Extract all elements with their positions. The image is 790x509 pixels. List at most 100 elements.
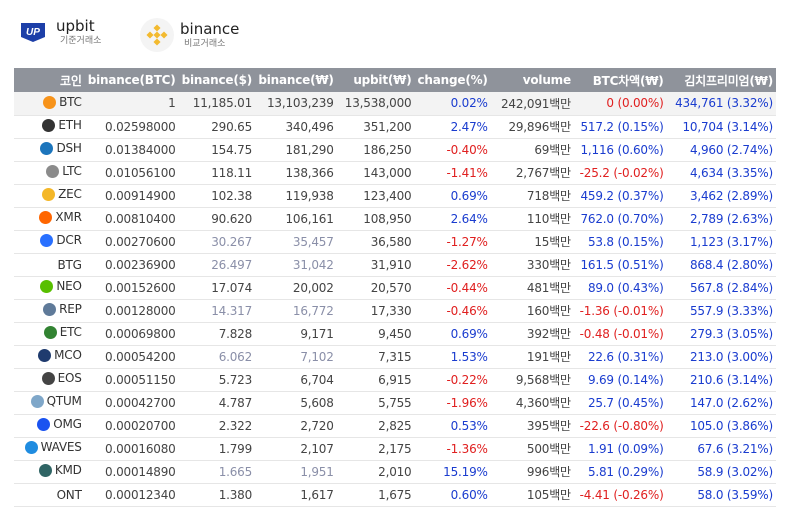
binance-btc-price: 0.00914900 — [105, 188, 176, 203]
coin-cell: ONT — [14, 483, 85, 506]
btc-diff-value: 53.8 (0.15%) — [587, 234, 664, 249]
table-row[interactable]: QTUM 0.00042700 4.787 5,608 5,755 -1.96% 4,360… — [14, 391, 776, 414]
col-header-kimchi-premium[interactable]: 김치프리미엄(₩) — [667, 68, 776, 92]
upbit-logo-icon: UP — [16, 18, 50, 46]
binance-usd-price: 7.828 — [218, 326, 253, 341]
col-header-binance-usd[interactable]: binance($) — [179, 68, 255, 92]
table-row[interactable]: NEO 0.00152600 17.074 20,002 20,570 -0.44% 481… — [14, 276, 776, 299]
col-header-btc-diff[interactable]: BTC차액(₩) — [574, 68, 667, 92]
table-row[interactable]: REP 0.00128000 14.317 16,772 17,330 -0.46% 160… — [14, 299, 776, 322]
coin-symbol: QTUM — [46, 394, 82, 409]
coin-symbol: MCO — [54, 348, 82, 363]
btc-diff-value: -1.36 (-0.01%) — [579, 303, 664, 318]
binance-usd-price: 154.75 — [211, 142, 253, 157]
coin-symbol: BTC — [59, 95, 82, 109]
coin-cell: DCR — [14, 230, 85, 253]
table-row[interactable]: XMR 0.00810400 90.620 106,161 108,950 2.64% 11… — [14, 207, 776, 230]
table-row[interactable]: WAVES 0.00016080 1.799 2,107 2,175 -1.36% 500백… — [14, 437, 776, 460]
table-row[interactable]: ETH 0.02598000 290.65 340,496 351,200 2.47% 29… — [14, 115, 776, 138]
upbit-krw-price: 2,175 — [378, 441, 412, 456]
change-percent: 0.69% — [450, 326, 488, 341]
volume-value: 4,360백만 — [515, 396, 571, 410]
binance-btc-price: 0.01056100 — [105, 165, 176, 180]
table-row[interactable]: ONT 0.00012340 1.380 1,617 1,675 0.60% 105백만 -4… — [14, 483, 776, 506]
btc-diff-value: 161.5 (0.51%) — [580, 257, 664, 272]
change-percent: 0.60% — [450, 487, 488, 502]
eos-icon — [41, 371, 55, 385]
btc-diff-value: 1.91 (0.09%) — [587, 441, 664, 456]
ethereum-icon — [42, 118, 56, 132]
coin-cell: REP — [14, 299, 85, 322]
dash-icon — [40, 141, 54, 155]
ethereum-classic-icon — [43, 325, 57, 339]
col-header-upbit-krw[interactable]: upbit(₩) — [337, 68, 415, 92]
binance-usd-price: 11,185.01 — [192, 96, 253, 111]
coin-cell: LTC — [14, 161, 85, 184]
col-header-binance-krw[interactable]: binance(₩) — [255, 68, 337, 92]
volume-value: 160백만 — [526, 304, 571, 318]
binance-usd-price: 118.11 — [211, 165, 253, 180]
change-percent: -0.46% — [446, 303, 488, 318]
zcash-icon — [42, 187, 56, 201]
binance-usd-price: 5.723 — [218, 372, 253, 387]
binance-btc-price: 0.00054200 — [105, 349, 176, 364]
btc-diff-value: -22.6 (-0.80%) — [579, 418, 664, 433]
kimchi-premium-value: 1,123 (3.17%) — [689, 234, 773, 249]
coin-cell: QTUM — [14, 391, 85, 414]
coin-cell: XMR — [14, 207, 85, 230]
binance-btc-price: 0.00014890 — [105, 464, 176, 479]
binance-krw-price: 6,704 — [300, 372, 334, 387]
decred-icon — [40, 233, 54, 247]
table-row[interactable]: OMG 0.00020700 2.322 2,720 2,825 0.53% 395백만 -2… — [14, 414, 776, 437]
change-percent: -0.22% — [446, 372, 488, 387]
binance-usd-price: 102.38 — [211, 188, 253, 203]
change-percent: -0.40% — [446, 142, 488, 157]
col-header-change[interactable]: change(%) — [415, 68, 491, 92]
change-percent: 2.64% — [450, 211, 488, 226]
table-row[interactable]: LTC 0.01056100 118.11 138,366 143,000 -1.41% 2… — [14, 161, 776, 184]
binance-usd-price: 26.497 — [211, 257, 253, 272]
table-header-row: 코인 binance(BTC) binance($) binance(₩) up… — [14, 68, 776, 92]
kimchi-premium-value: 58.9 (3.02%) — [697, 464, 773, 479]
kimchi-premium-value: 147.0 (2.62%) — [689, 395, 773, 410]
table-row[interactable]: ETC 0.00069800 7.828 9,171 9,450 0.69% 392백만 -0… — [14, 322, 776, 345]
volume-value: 481백만 — [526, 281, 571, 295]
col-header-volume[interactable]: volume — [491, 68, 574, 92]
change-percent: -1.96% — [446, 395, 488, 410]
change-percent: -1.41% — [446, 165, 488, 180]
btc-diff-value: -4.41 (-0.26%) — [579, 487, 664, 502]
table-row[interactable]: DSH 0.01384000 154.75 181,290 186,250 -0.40% 6… — [14, 138, 776, 161]
litecoin-icon — [46, 164, 60, 178]
table-row[interactable]: BTC 1 11,185.01 13,103,239 13,538,000 0.02% 24… — [14, 92, 776, 115]
binance-btc-price: 0.02598000 — [105, 119, 176, 134]
monero-icon — [39, 210, 53, 224]
table-row[interactable]: KMD 0.00014890 1.665 1,951 2,010 15.19% 996백만 5… — [14, 460, 776, 483]
binance-krw-price: 340,496 — [285, 119, 334, 134]
volume-value: 105백만 — [526, 488, 571, 502]
binance-btc-price: 0.00236900 — [105, 257, 176, 272]
table-row[interactable]: EOS 0.00051150 5.723 6,704 6,915 -0.22% 9,568백… — [14, 368, 776, 391]
col-header-coin[interactable]: 코인 — [14, 68, 85, 92]
binance-krw-price: 119,938 — [285, 188, 334, 203]
binance-brand[interactable]: binance 비교거래소 — [140, 18, 239, 52]
col-header-binance-btc[interactable]: binance(BTC) — [85, 68, 179, 92]
upbit-brand[interactable]: UP upbit 기준거래소 — [16, 18, 101, 46]
binance-krw-price: 13,103,239 — [266, 96, 334, 111]
btc-diff-value: 22.6 (0.31%) — [587, 349, 664, 364]
binance-btc-price: 0.00810400 — [105, 211, 176, 226]
binance-btc-price: 0.00012340 — [105, 487, 176, 502]
change-percent: -1.27% — [446, 234, 488, 249]
table-row[interactable]: MCO 0.00054200 6.062 7,102 7,315 1.53% 191백만 22… — [14, 345, 776, 368]
volume-value: 191백만 — [526, 350, 571, 364]
coin-symbol: NEO — [56, 279, 82, 294]
binance-btc-price: 0.00020700 — [105, 418, 176, 433]
table-row[interactable]: BTG 0.00236900 26.497 31,042 31,910 -2.62% 330… — [14, 253, 776, 276]
upbit-krw-price: 2,825 — [378, 418, 412, 433]
table-row[interactable]: DCR 0.00270600 30.267 35,457 36,580 -1.27% 15백… — [14, 230, 776, 253]
binance-btc-price: 0.00152600 — [105, 280, 176, 295]
table-row[interactable]: ZEC 0.00914900 102.38 119,938 123,400 0.69% 71… — [14, 184, 776, 207]
upbit-krw-price: 143,000 — [363, 165, 412, 180]
binance-usd-price: 6.062 — [218, 349, 253, 364]
btc-diff-value: 517.2 (0.15%) — [580, 119, 664, 134]
binance-btc-price: 0.01384000 — [105, 142, 176, 157]
